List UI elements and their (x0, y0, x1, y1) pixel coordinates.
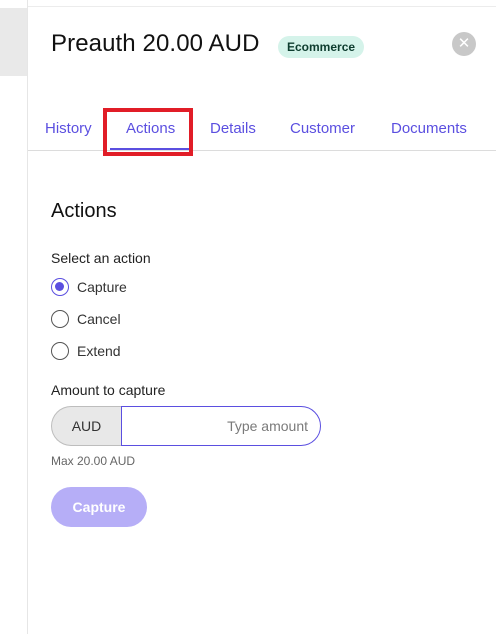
tab-details[interactable]: Details (210, 120, 256, 137)
radio-button-capture[interactable] (51, 278, 69, 296)
radio-label-extend: Extend (77, 343, 121, 359)
radio-option-capture[interactable]: Capture (51, 276, 127, 298)
tab-customer[interactable]: Customer (290, 120, 355, 137)
close-icon[interactable]: ✕ (452, 32, 476, 56)
tab-documents[interactable]: Documents (391, 120, 467, 137)
tab-bar: History Actions Details Customer Documen… (28, 110, 496, 151)
channel-badge: Ecommerce (278, 36, 365, 58)
radio-button-cancel[interactable] (51, 310, 69, 328)
radio-label-capture: Capture (77, 279, 127, 295)
page-title: Preauth 20.00 AUD (51, 30, 260, 57)
amount-input-group: AUD (51, 406, 321, 446)
actions-section-title: Actions (51, 200, 117, 222)
background-page-strip (0, 0, 28, 634)
background-page-shade (0, 8, 27, 76)
tab-history[interactable]: History (45, 120, 92, 137)
panel-top-divider (28, 6, 496, 7)
max-amount-hint: Max 20.00 AUD (51, 454, 136, 468)
capture-button[interactable]: Capture (51, 487, 147, 527)
radio-button-extend[interactable] (51, 342, 69, 360)
radio-label-cancel: Cancel (77, 311, 121, 327)
radio-option-extend[interactable]: Extend (51, 340, 121, 362)
transaction-side-panel: Preauth 20.00 AUD Ecommerce ✕ History Ac… (28, 0, 496, 634)
currency-addon: AUD (51, 406, 121, 446)
amount-label: Amount to capture (51, 382, 166, 398)
select-action-label: Select an action (51, 250, 151, 266)
radio-option-cancel[interactable]: Cancel (51, 308, 121, 330)
tab-highlight-box (103, 108, 193, 156)
amount-input[interactable] (121, 406, 321, 446)
